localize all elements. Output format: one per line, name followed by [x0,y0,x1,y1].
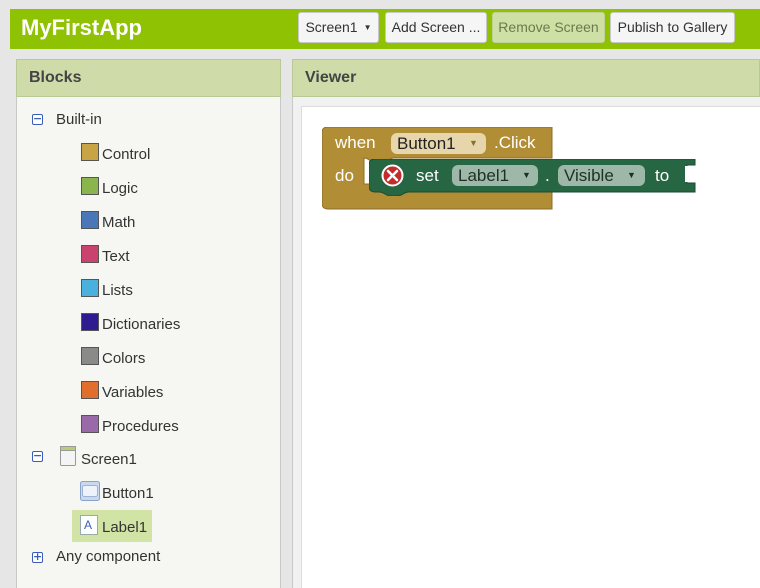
setter-component-dropdown[interactable]: Label1 ▼ [452,165,538,186]
tree-item-logic[interactable]: Logic [102,177,138,201]
event-component-label: Button1 [397,134,456,153]
collapse-screen1-icon[interactable]: − [32,450,43,462]
tree-builtin[interactable]: Built-in [56,108,102,132]
label-icon: A [80,515,98,535]
tree-item-label1[interactable]: Label1 [102,516,147,540]
screen-select-label: Screen1 [305,19,358,35]
viewer-panel-header: Viewer [292,59,760,97]
tree-item-text[interactable]: Text [102,245,130,269]
event-component-dropdown[interactable]: Button1 ▼ [391,133,486,154]
when-keyword: when [335,133,376,152]
remove-screen-button[interactable]: Remove Screen [492,12,605,43]
app-title: MyFirstApp [21,15,142,40]
dropdown-arrow-icon: ▼ [627,170,636,180]
dropdown-arrow-icon: ▼ [469,138,478,148]
svg-text:A: A [84,518,92,532]
tree-item-math[interactable]: Math [102,211,135,235]
collapse-builtin-icon[interactable]: − [32,113,43,125]
dictionaries-swatch-icon [81,313,99,331]
tree-item-dictionaries[interactable]: Dictionaries [102,313,180,337]
tree-item-colors[interactable]: Colors [102,347,145,371]
tree-item-variables[interactable]: Variables [102,381,163,405]
dropdown-arrow-icon: ▼ [522,170,531,180]
caret-down-icon: ▼ [363,23,372,32]
tree-item-control[interactable]: Control [102,143,150,167]
blocks-panel-header: Blocks [16,59,281,97]
tree-item-button1[interactable]: Button1 [102,482,154,506]
screen-select-button[interactable]: Screen1 ▼ [298,12,379,43]
text-swatch-icon [81,245,99,263]
to-keyword: to [655,166,670,185]
variables-swatch-icon [81,381,99,399]
button-icon [80,481,100,501]
error-icon[interactable] [381,164,404,187]
do-keyword: do [335,166,354,185]
screen-icon [60,446,76,466]
property-dropdown[interactable]: Visible ▼ [558,165,645,186]
property-label: Visible [564,166,614,185]
tree-item-lists[interactable]: Lists [102,279,133,303]
expand-any-component-icon[interactable]: + [32,551,43,563]
add-screen-button[interactable]: Add Screen ... [385,12,487,43]
tree-any-component[interactable]: Any component [56,545,160,569]
math-swatch-icon [81,211,99,229]
top-bar: MyFirstApp Screen1 ▼ Add Screen ... Remov… [10,9,760,49]
publish-to-gallery-button[interactable]: Publish to Gallery [610,12,735,43]
procedures-swatch-icon [81,415,99,433]
event-name: .Click [494,133,536,152]
setter-component-label: Label1 [458,166,510,185]
set-keyword: set [416,166,439,185]
colors-swatch-icon [81,347,99,365]
logic-swatch-icon [81,177,99,195]
tree-item-screen1[interactable]: Screen1 [81,448,137,472]
dot-separator: . [545,166,550,185]
lists-swatch-icon [81,279,99,297]
tree-item-procedures[interactable]: Procedures [102,415,179,439]
control-swatch-icon [81,143,99,161]
